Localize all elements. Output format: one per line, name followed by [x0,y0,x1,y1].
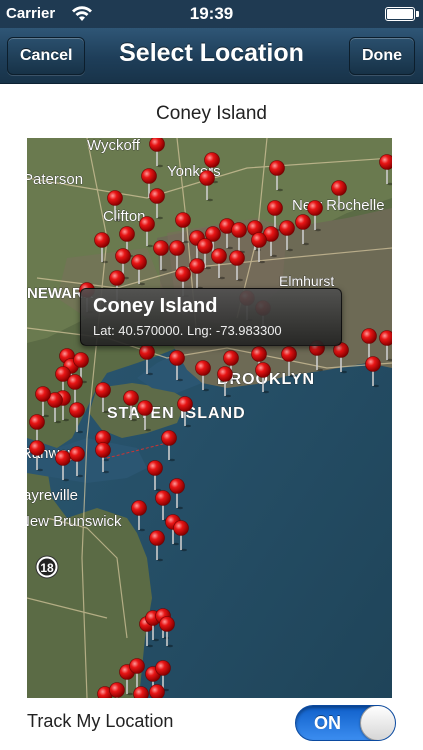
battery-icon [385,7,415,21]
callout-title: Coney Island [93,295,218,317]
status-time: 19:39 [189,4,234,23]
toggle-knob[interactable] [360,706,395,740]
map-label: Wyckoff [87,138,141,154]
pin-callout[interactable]: Coney Island Lat: 40.570000. Lng: -73.98… [80,288,342,346]
map-pin-icon[interactable] [149,684,165,699]
done-button[interactable]: Done [349,37,415,75]
track-location-label: Track My Location [27,711,174,731]
toggle-state-label: ON [314,713,341,733]
map-label: Sayreville [27,487,78,504]
status-bar: Carrier 19:39 [0,0,423,28]
callout-coordinates: Lat: 40.570000. Lng: -73.983300 [93,323,282,338]
track-location-toggle[interactable]: ON [295,705,396,741]
map-canvas: Wyckoff Yonkers Paterson Clifton New Roc… [27,138,392,698]
route-shield-label: 18 [40,561,54,575]
map-label: Clifton [103,208,146,225]
route-shield-icon: 18 [35,555,59,579]
map-view[interactable]: Wyckoff Yonkers Paterson Clifton New Roc… [27,138,392,698]
map-label: Paterson [27,171,83,188]
navigation-bar: Cancel Select Location Done [0,28,423,84]
map-pin-icon[interactable] [109,682,125,699]
selected-location-name: Coney Island [156,103,267,124]
battery-cap [416,11,419,17]
map-label: New Brunswick [27,513,122,530]
map-label: Elmhurst [279,273,334,289]
map-label: STATEN ISLAND [107,405,246,422]
